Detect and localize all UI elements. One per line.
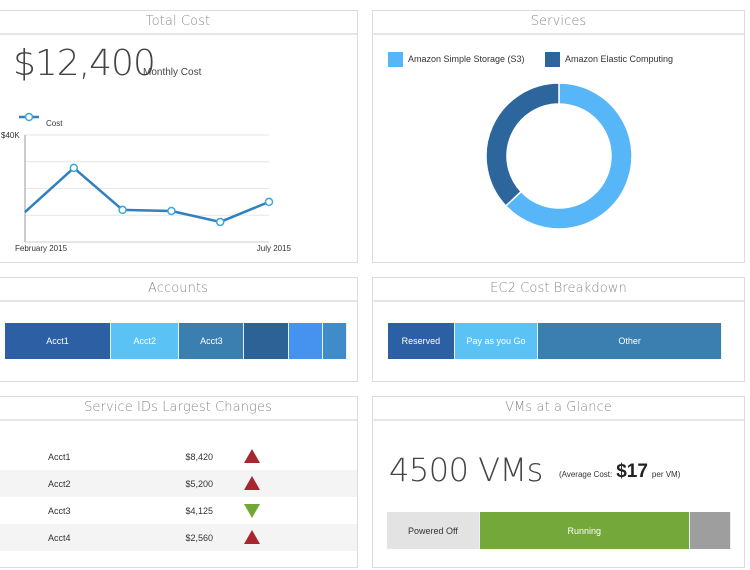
account-name: Acct1 <box>48 452 71 462</box>
panel-title: Accounts <box>0 278 357 302</box>
total-cost-panel: Total Cost $12,400 Monthly Cost Cost $40… <box>0 10 358 263</box>
data-point[interactable] <box>69 163 79 173</box>
change-value: $2,560 <box>185 533 213 543</box>
average-cost-prefix: (Average Cost: <box>559 470 613 479</box>
change-value: $4,125 <box>185 506 213 516</box>
vm-status-bar: Powered Off Running <box>387 512 731 549</box>
panel-title: EC2 Cost Breakdown <box>373 278 744 302</box>
x-tick-label: February 2015 <box>15 244 68 253</box>
accounts-bar: Acct1 Acct2 Acct3 <box>5 323 347 359</box>
services-panel: Services Amazon Simple Storage (S3) Amaz… <box>372 10 745 263</box>
data-point[interactable] <box>118 205 127 215</box>
bar-segment[interactable] <box>689 512 731 549</box>
change-value: $8,420 <box>185 452 213 462</box>
services-donut-chart <box>485 82 633 230</box>
arrow-down-icon <box>244 504 260 518</box>
data-point[interactable] <box>215 217 225 227</box>
bar-segment[interactable] <box>288 323 324 359</box>
segment-label: Acct2 <box>133 336 156 346</box>
bar-segment[interactable]: Pay as you Go <box>454 323 539 359</box>
change-value: $5,200 <box>185 479 213 489</box>
bar-segment[interactable]: Running <box>479 512 690 549</box>
segment-label: Running <box>567 525 602 536</box>
bar-segment[interactable]: Reserved <box>388 323 455 359</box>
bar-segment[interactable]: Powered Off <box>387 512 480 549</box>
donut-slice-ec2[interactable] <box>485 82 560 208</box>
table-row[interactable]: Acct3 $4,125 <box>0 497 357 524</box>
bar-segment[interactable]: Acct1 <box>5 323 112 359</box>
segment-label: Other <box>618 336 641 346</box>
arrow-up-icon <box>244 530 260 544</box>
ec2-breakdown-bar: Reserved Pay as you Go Other <box>388 323 722 359</box>
segment-label: Pay as you Go <box>466 336 526 346</box>
bar-segment[interactable]: Other <box>538 323 722 359</box>
segment-label: Reserved <box>401 336 441 346</box>
arrow-up-icon <box>244 476 260 490</box>
average-cost-suffix: per VM) <box>651 470 681 479</box>
table-row[interactable]: Acct1 $8,420 <box>0 443 357 470</box>
vm-count: 4500 VMs <box>389 451 543 489</box>
bar-segment[interactable]: Acct3 <box>179 323 245 359</box>
account-name: Acct4 <box>48 533 71 543</box>
x-tick-label: July 2015 <box>257 244 292 253</box>
table-row[interactable]: Acct4 $2,560 <box>0 524 357 551</box>
panel-title: Service IDs Largest Changes <box>0 397 357 421</box>
panel-title: VMs at a Glance <box>373 397 744 421</box>
y-tick-label: $40K <box>1 131 20 140</box>
data-point[interactable] <box>167 206 176 216</box>
cost-line-chart: $40K February 2015 July 2015 <box>1 131 292 253</box>
vms-panel: VMs at a Glance 4500 VMs (Average Cost: … <box>372 396 745 568</box>
bar-segment[interactable] <box>323 323 347 359</box>
table-row[interactable]: Acct2 $5,200 <box>0 470 357 497</box>
account-name: Acct3 <box>48 506 71 516</box>
account-name: Acct2 <box>48 479 71 489</box>
arrow-up-icon <box>244 449 260 463</box>
data-point[interactable] <box>264 197 274 207</box>
series-line-cost <box>24 166 270 224</box>
bar-segment[interactable] <box>244 323 289 359</box>
average-cost: (Average Cost: $17 per VM) <box>559 461 680 483</box>
bar-segment[interactable]: Acct2 <box>111 323 180 359</box>
accounts-panel: Accounts Acct1 Acct2 Acct3 <box>0 277 358 382</box>
largest-changes-panel: Service IDs Largest Changes Acct1 $8,420 A… <box>0 396 358 568</box>
ec2-cost-panel: EC2 Cost Breakdown Reserved Pay as you Go… <box>372 277 745 382</box>
segment-label: Acct3 <box>200 336 223 346</box>
segment-label: Powered Off <box>408 525 458 536</box>
average-cost-amount: $17 <box>616 461 648 482</box>
segment-label: Acct1 <box>46 336 69 346</box>
